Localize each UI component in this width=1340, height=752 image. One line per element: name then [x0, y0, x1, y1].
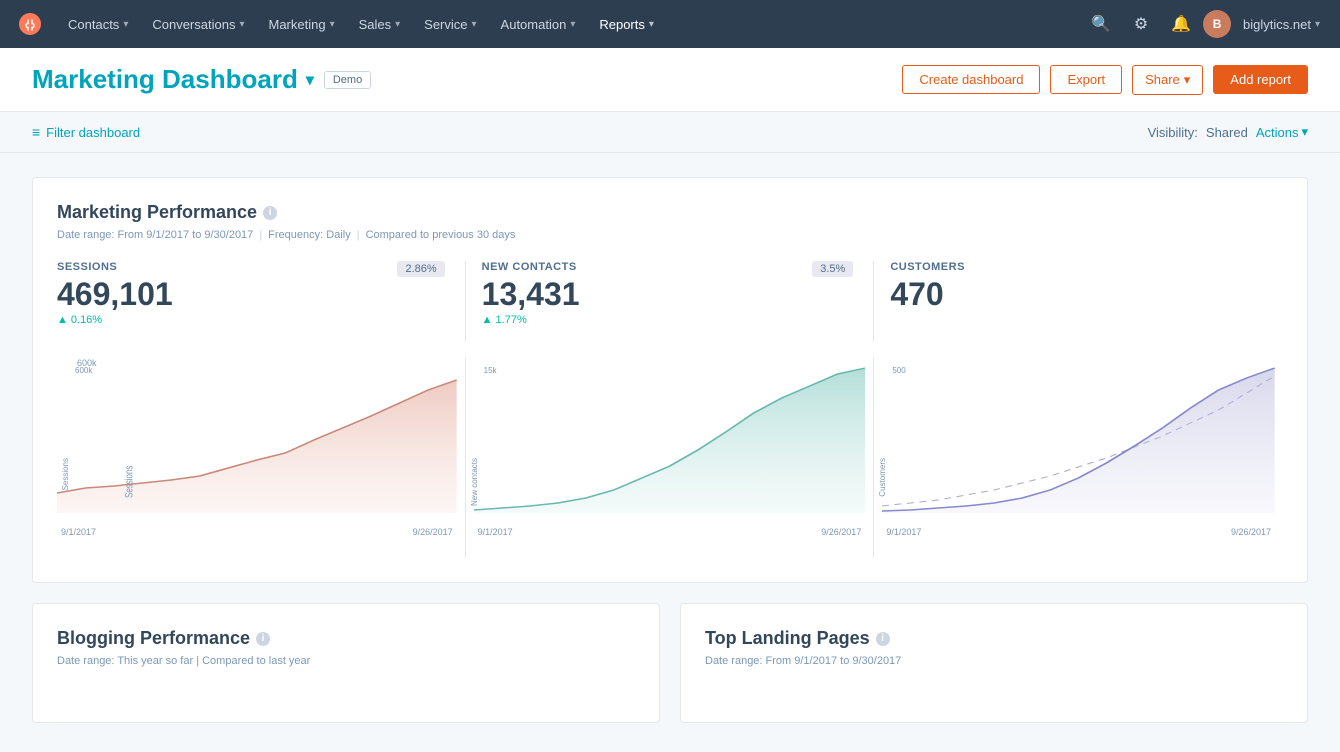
nav-sales[interactable]: Sales ▾: [347, 0, 413, 48]
search-button[interactable]: 🔍: [1083, 6, 1119, 42]
nav-right-actions: 🔍 ⚙ 🔔 B biglytics.net ▾: [1083, 6, 1328, 42]
page-header: Marketing Dashboard ▾ Demo Create dashbo…: [0, 48, 1340, 112]
nav-items: Contacts ▾ Conversations ▾ Marketing ▾ S…: [56, 0, 1083, 48]
header-left: Marketing Dashboard ▾ Demo: [32, 64, 371, 95]
title-chevron-icon[interactable]: ▾: [306, 70, 314, 90]
info-icon[interactable]: i: [876, 632, 890, 646]
info-icon[interactable]: i: [263, 206, 277, 220]
export-button[interactable]: Export: [1050, 65, 1122, 94]
blogging-meta: Date range: This year so far | Compared …: [57, 655, 635, 667]
top-landing-pages-card: Top Landing Pages i Date range: From 9/1…: [680, 603, 1308, 723]
settings-button[interactable]: ⚙: [1123, 6, 1159, 42]
sessions-chart: 600k Sessions 600k: [57, 358, 466, 558]
info-icon[interactable]: i: [256, 632, 270, 646]
bottom-row: Blogging Performance i Date range: This …: [32, 603, 1308, 723]
filter-dashboard-button[interactable]: ≡ Filter dashboard: [32, 124, 140, 140]
chevron-down-icon: ▾: [649, 19, 654, 30]
landing-pages-title: Top Landing Pages i: [705, 628, 1283, 649]
chevron-down-icon: ▾: [1301, 124, 1308, 140]
chevron-down-icon: ▾: [123, 19, 128, 30]
demo-badge: Demo: [324, 71, 371, 89]
card-meta: Date range: From 9/1/2017 to 9/30/2017 |…: [57, 229, 1283, 241]
sessions-change: ▲ 0.16%: [57, 314, 449, 326]
metrics-row: SESSIONS 469,101 ▲ 0.16% 2.86% NEW CONTA…: [57, 261, 1283, 342]
svg-text:Sessions: Sessions: [123, 466, 136, 498]
chart1-y-label: Sessions: [61, 458, 70, 490]
chevron-down-icon: ▾: [395, 19, 400, 30]
contacts-badge: 3.5%: [812, 261, 853, 277]
chevron-down-icon: ▾: [570, 19, 575, 30]
chart2-x-labels: 9/1/2017 9/26/2017: [474, 527, 866, 537]
chart2-y-label: New contacts: [470, 458, 479, 506]
nav-service[interactable]: Service ▾: [412, 0, 488, 48]
chevron-down-icon: ▾: [1184, 72, 1191, 88]
share-button[interactable]: Share ▾: [1132, 65, 1203, 95]
filter-icon: ≡: [32, 124, 40, 140]
blogging-performance-card: Blogging Performance i Date range: This …: [32, 603, 660, 723]
card-title: Marketing Performance i: [57, 202, 1283, 223]
chart3-y-label: Customers: [878, 458, 887, 497]
nav-conversations[interactable]: Conversations ▾: [140, 0, 256, 48]
actions-dropdown[interactable]: Actions ▾: [1256, 124, 1308, 140]
top-navigation: Contacts ▾ Conversations ▾ Marketing ▾ S…: [0, 0, 1340, 48]
nav-reports[interactable]: Reports ▾: [587, 0, 666, 48]
chart1-x-labels: 9/1/2017 9/26/2017: [57, 527, 457, 537]
filter-bar: ≡ Filter dashboard Visibility: Shared Ac…: [0, 112, 1340, 153]
nav-contacts[interactable]: Contacts ▾: [56, 0, 140, 48]
create-dashboard-button[interactable]: Create dashboard: [902, 65, 1040, 94]
chevron-down-icon: ▾: [472, 19, 477, 30]
page-title: Marketing Dashboard ▾: [32, 64, 314, 95]
header-actions: Create dashboard Export Share ▾ Add repo…: [902, 65, 1308, 95]
main-content: Marketing Performance i Date range: From…: [0, 153, 1340, 747]
chevron-down-icon: ▾: [239, 19, 244, 30]
sessions-badge: 2.86%: [397, 261, 444, 277]
sessions-metric: SESSIONS 469,101 ▲ 0.16% 2.86%: [57, 261, 466, 342]
contacts-metric: NEW CONTACTS 13,431 ▲ 1.77% 3.5%: [466, 261, 875, 342]
user-account[interactable]: biglytics.net ▾: [1235, 17, 1328, 32]
notifications-button[interactable]: 🔔: [1163, 6, 1199, 42]
contacts-chart: 15k New contacts 9/1/2017 9/26/2017: [466, 358, 875, 558]
visibility-label: Visibility:: [1148, 125, 1198, 140]
chevron-down-icon: ▾: [330, 19, 335, 30]
charts-row: 600k Sessions 600k: [57, 358, 1283, 558]
nav-marketing[interactable]: Marketing ▾: [256, 0, 346, 48]
customers-chart: 500 Customers 9/1/2017 9/26/2017: [874, 358, 1283, 558]
landing-pages-meta: Date range: From 9/1/2017 to 9/30/2017: [705, 655, 1283, 667]
filter-right: Visibility: Shared Actions ▾: [1148, 124, 1308, 140]
blogging-title: Blogging Performance i: [57, 628, 635, 649]
customers-metric: CUSTOMERS 470: [874, 261, 1283, 342]
contacts-change: ▲ 1.77%: [482, 314, 858, 326]
visibility-value: Shared: [1206, 125, 1248, 140]
nav-automation[interactable]: Automation ▾: [489, 0, 588, 48]
chevron-down-icon: ▾: [1315, 19, 1320, 30]
chart3-x-labels: 9/1/2017 9/26/2017: [882, 527, 1275, 537]
user-avatar[interactable]: B: [1203, 10, 1231, 38]
hubspot-logo[interactable]: [12, 6, 48, 42]
add-report-button[interactable]: Add report: [1213, 65, 1308, 94]
marketing-performance-card: Marketing Performance i Date range: From…: [32, 177, 1308, 583]
